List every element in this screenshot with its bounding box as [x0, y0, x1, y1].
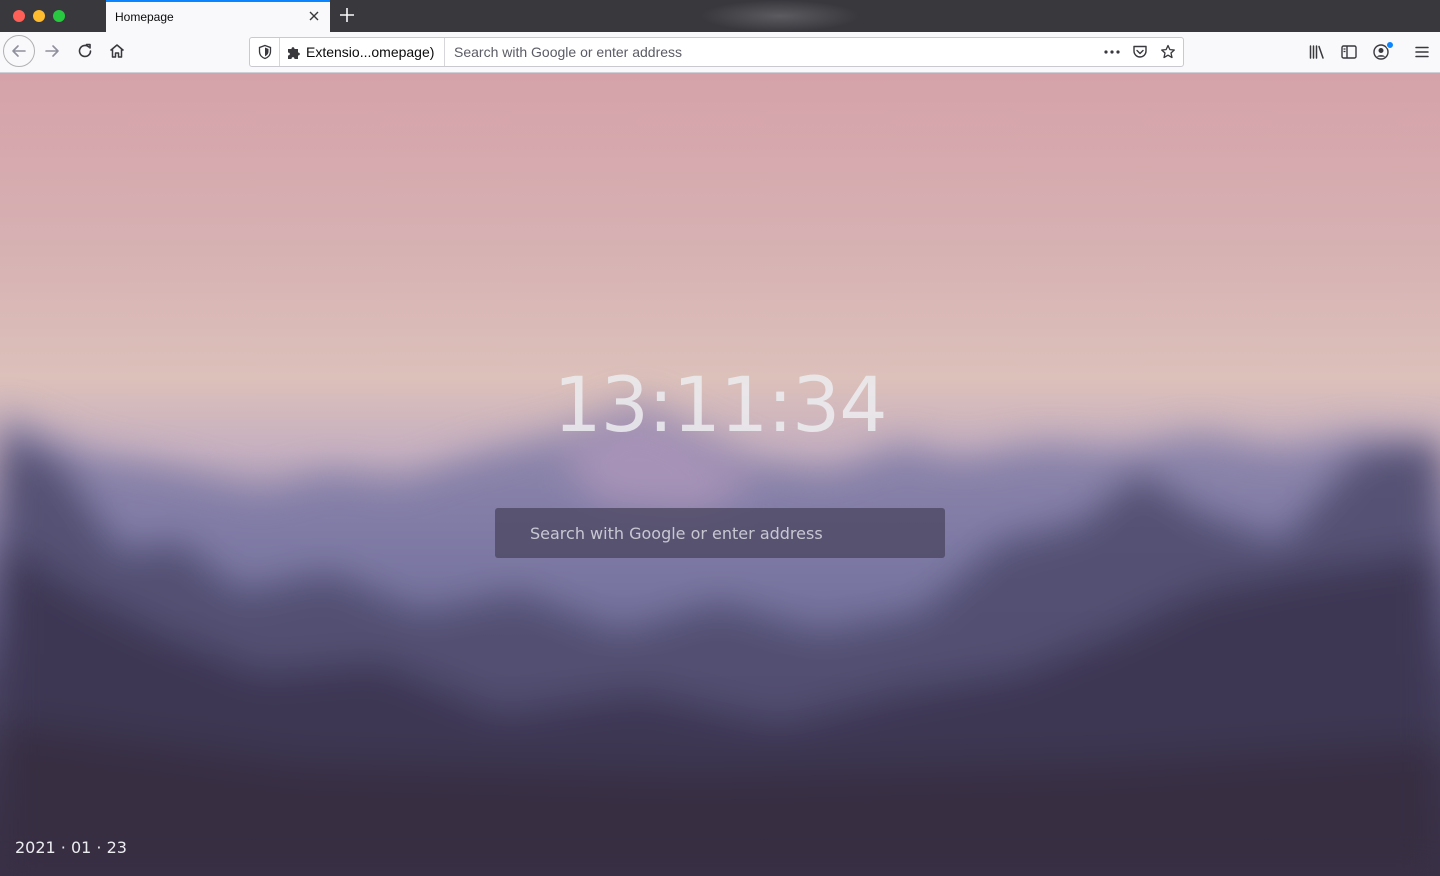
- more-horizontal-icon[interactable]: [1103, 44, 1121, 60]
- star-icon[interactable]: [1159, 44, 1177, 60]
- reload-button[interactable]: [75, 41, 95, 61]
- background-landscape-image: [0, 403, 1440, 876]
- date-display: 2021 · 01 · 23: [15, 838, 127, 857]
- sidebar-button[interactable]: [1339, 42, 1359, 62]
- titlebar-highlight: [700, 0, 860, 32]
- window-minimize-button[interactable]: [33, 10, 45, 22]
- home-icon: [110, 44, 124, 58]
- home-button[interactable]: [107, 41, 127, 61]
- nav-bar: Extensio...omepage): [0, 32, 1440, 73]
- tab-homepage[interactable]: Homepage: [106, 0, 330, 32]
- library-icon: [1309, 45, 1324, 59]
- sidebar-icon: [1341, 45, 1357, 59]
- homepage-search-input[interactable]: [495, 508, 945, 558]
- pocket-icon[interactable]: [1131, 44, 1149, 60]
- window-maximize-button[interactable]: [53, 10, 65, 22]
- notification-badge: [1386, 41, 1394, 49]
- address-input[interactable]: [448, 40, 1100, 64]
- arrow-right-icon: [45, 45, 59, 57]
- url-bar[interactable]: Extensio...omepage): [249, 37, 1184, 67]
- tab-title: Homepage: [115, 10, 174, 24]
- homepage-search-box[interactable]: [495, 508, 945, 558]
- back-button[interactable]: [3, 35, 35, 67]
- menu-button[interactable]: [1412, 42, 1432, 62]
- page-actions: [1103, 44, 1177, 60]
- identity-label: Extensio...omepage): [306, 44, 435, 60]
- reload-icon: [78, 43, 92, 58]
- homepage-content: 13:11:34 2021 · 01 · 23: [0, 73, 1440, 876]
- shield-icon[interactable]: [257, 44, 273, 60]
- extension-identity-box[interactable]: Extensio...omepage): [279, 38, 446, 66]
- window-close-button[interactable]: [13, 10, 25, 22]
- tab-strip: Homepage: [0, 0, 1440, 32]
- clock-display: 13:11:34: [553, 360, 887, 449]
- arrow-left-icon: [12, 45, 26, 57]
- library-button[interactable]: [1307, 42, 1327, 62]
- forward-button[interactable]: [42, 41, 62, 61]
- account-button[interactable]: [1371, 41, 1394, 62]
- new-tab-button[interactable]: [337, 5, 357, 25]
- puzzle-icon: [286, 44, 302, 60]
- close-icon[interactable]: [306, 8, 322, 24]
- hamburger-icon: [1415, 46, 1429, 58]
